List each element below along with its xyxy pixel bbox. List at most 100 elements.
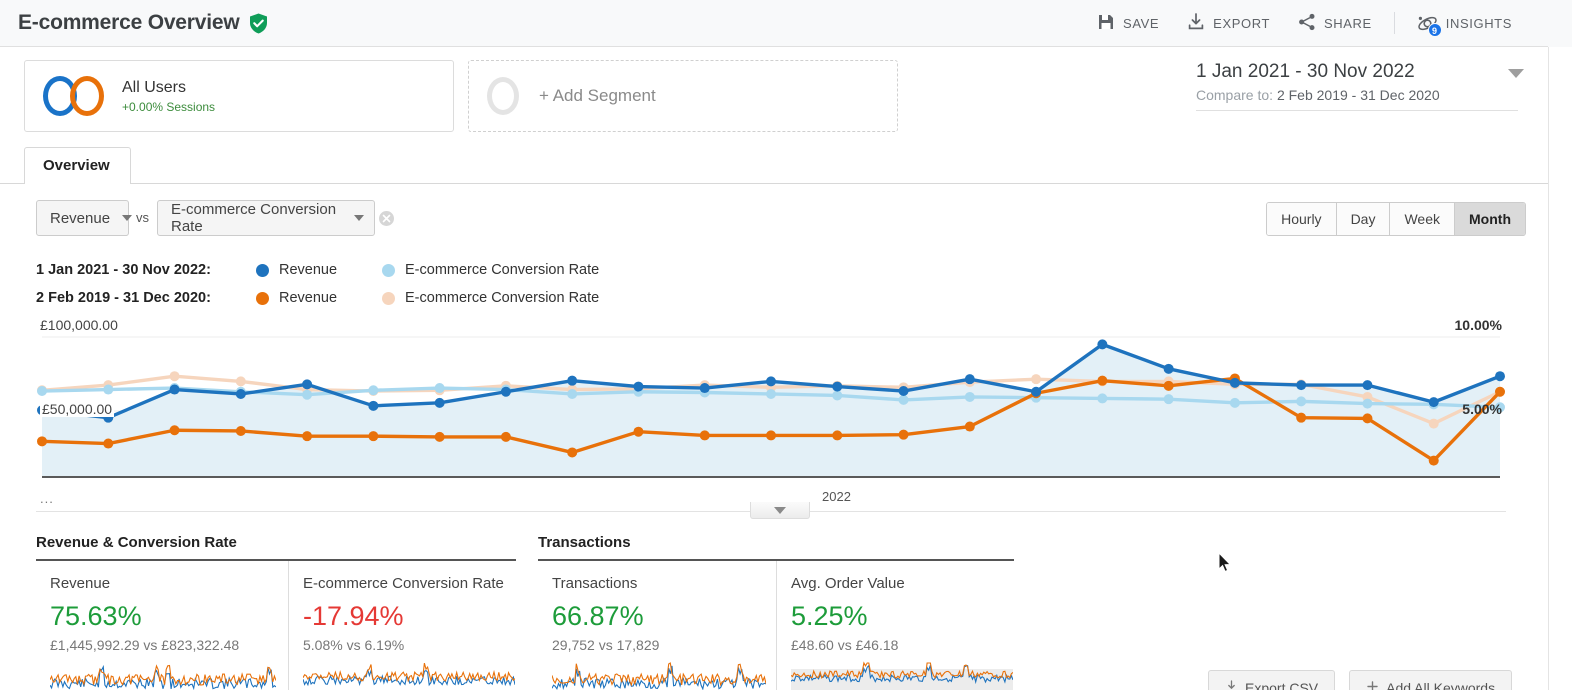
- page-header: E-commerce Overview SAVE EXPORT SHARE 9 …: [0, 0, 1548, 46]
- add-all-keywords-button[interactable]: Add All Keywords: [1349, 670, 1513, 690]
- insights-atom-icon: 9: [1417, 13, 1442, 37]
- ga-ecommerce-overview-page: E-commerce Overview SAVE EXPORT SHARE 9 …: [0, 0, 1572, 690]
- share-button[interactable]: SHARE: [1284, 7, 1386, 40]
- granularity-toggle-group: Hourly Day Week Month: [1266, 202, 1526, 236]
- export-csv-label: Export CSV: [1245, 680, 1319, 690]
- tab-bar: Overview: [0, 140, 1548, 184]
- vs-label: vs: [136, 210, 149, 225]
- legend-label: E-commerce Conversion Rate: [405, 262, 600, 278]
- legend-period-compare: 2 Feb 2019 - 31 Dec 2020:: [36, 290, 211, 306]
- right-rail-header: [1548, 0, 1572, 47]
- metric-1-dropdown[interactable]: Revenue: [36, 200, 133, 236]
- segment-name: All Users: [122, 79, 187, 96]
- granularity-week[interactable]: Week: [1390, 203, 1456, 235]
- x-tick-2022: 2022: [822, 489, 851, 504]
- metric-selector-row: Revenue vs E-commerce Conversion Rate Ho…: [0, 190, 1548, 242]
- metric-card-avg-order-value[interactable]: Avg. Order Value 5.25% £48.60 vs £46.18: [776, 561, 1014, 690]
- legend-dot-icon: [382, 291, 395, 305]
- metric-comparison: 5.08% vs 6.19%: [303, 637, 405, 653]
- metric-value: -17.94%: [303, 601, 404, 631]
- metric-comparison: £48.60 vs £46.18: [791, 637, 899, 653]
- panel-metrics: Transactions 66.87% 29,752 vs 17,829 Avg…: [538, 561, 1014, 690]
- bottom-action-buttons: Export CSV Add All Keywords: [1208, 670, 1513, 690]
- legend-dot-icon: [382, 263, 395, 277]
- date-range-compare: Compare to: 2 Feb 2019 - 31 Dec 2020: [1196, 85, 1518, 105]
- legend-label: Revenue: [279, 290, 338, 306]
- metric-name: E-commerce Conversion Rate: [303, 575, 504, 592]
- metric-comparison: 29,752 vs 17,829: [552, 637, 660, 653]
- metric-name: Revenue: [50, 575, 111, 592]
- legend-item-revenue-primary[interactable]: Revenue: [256, 262, 382, 278]
- plus-icon: [1366, 680, 1379, 690]
- y-axis-tick-top-left: £100,000.00: [40, 317, 118, 333]
- date-range-selector[interactable]: 1 Jan 2021 - 30 Nov 2022 Compare to: 2 F…: [1196, 59, 1518, 111]
- panel-title: Transactions: [538, 534, 1014, 561]
- save-disk-icon: [1097, 13, 1115, 34]
- panel-title: Revenue & Conversion Rate: [36, 534, 516, 561]
- segment-text: All Users +0.00% Sessions: [122, 78, 215, 114]
- compare-range-value: 2 Feb 2019 - 31 Dec 2020: [1276, 87, 1440, 103]
- remove-metric-2-button[interactable]: [379, 211, 394, 226]
- metric-value: 75.63%: [50, 601, 142, 631]
- chart-collapse-handle[interactable]: [750, 502, 810, 519]
- legend-period-primary: 1 Jan 2021 - 30 Nov 2022:: [36, 262, 211, 278]
- metric-name: Avg. Order Value: [791, 575, 905, 592]
- export-csv-icon: [1225, 680, 1238, 690]
- panel-metrics: Revenue 75.63% £1,445,992.29 vs £823,322…: [36, 561, 516, 690]
- add-segment-button[interactable]: + Add Segment: [468, 60, 898, 132]
- metric-card-revenue[interactable]: Revenue 75.63% £1,445,992.29 vs £823,322…: [36, 561, 288, 690]
- metric-card-conversion-rate[interactable]: E-commerce Conversion Rate -17.94% 5.08%…: [288, 561, 516, 690]
- x-tick-ellipsis: ...: [40, 491, 54, 506]
- insights-button[interactable]: 9 INSIGHTS: [1403, 7, 1526, 40]
- sparkline-avg-order-value: [790, 661, 1014, 690]
- legend-dot-icon: [256, 263, 269, 277]
- metric-card-transactions[interactable]: Transactions 66.87% 29,752 vs 17,829: [538, 561, 776, 690]
- metric-comparison: £1,445,992.29 vs £823,322.48: [50, 637, 240, 653]
- legend-label: Revenue: [279, 262, 338, 278]
- metric-name: Transactions: [552, 575, 638, 592]
- granularity-day[interactable]: Day: [1336, 203, 1391, 235]
- chevron-down-icon[interactable]: [1508, 69, 1524, 78]
- panel-transactions: Transactions Transactions 66.87% 29,752 …: [538, 534, 1014, 690]
- download-export-icon: [1187, 12, 1205, 34]
- mouse-cursor: [1218, 551, 1232, 578]
- share-label: SHARE: [1324, 15, 1372, 31]
- legend-row-compare: 2 Feb 2019 - 31 Dec 2020: Revenue E-comm…: [36, 284, 599, 312]
- export-button[interactable]: EXPORT: [1173, 7, 1284, 40]
- legend-item-conversion-compare[interactable]: E-commerce Conversion Rate: [382, 290, 599, 306]
- verified-shield-icon: [249, 13, 268, 34]
- sparkline-conversion-rate: [302, 661, 516, 690]
- tab-overview[interactable]: Overview: [24, 147, 131, 184]
- right-rail: [1548, 0, 1572, 690]
- share-nodes-icon: [1298, 13, 1316, 34]
- legend-row-primary: 1 Jan 2021 - 30 Nov 2022: Revenue E-comm…: [36, 256, 599, 284]
- legend-item-conversion-primary[interactable]: E-commerce Conversion Rate: [382, 262, 599, 278]
- add-all-keywords-label: Add All Keywords: [1386, 680, 1496, 690]
- legend-dot-icon: [256, 291, 269, 305]
- chart-legend: 1 Jan 2021 - 30 Nov 2022: Revenue E-comm…: [36, 256, 599, 312]
- metric-2-dropdown[interactable]: E-commerce Conversion Rate: [157, 200, 375, 236]
- export-csv-button[interactable]: Export CSV: [1208, 670, 1336, 690]
- y-axis-tick-mid-right: 5.00%: [1462, 401, 1502, 417]
- metric-1-label: Revenue: [50, 209, 111, 227]
- panel-revenue-conversion: Revenue & Conversion Rate Revenue 75.63%…: [36, 534, 516, 690]
- segment-all-users[interactable]: All Users +0.00% Sessions: [24, 60, 454, 132]
- save-button[interactable]: SAVE: [1083, 7, 1173, 40]
- chevron-down-icon: [122, 215, 133, 221]
- page-title: E-commerce Overview: [18, 11, 240, 34]
- add-segment-label: + Add Segment: [539, 86, 656, 105]
- close-icon: [382, 214, 391, 223]
- granularity-month[interactable]: Month: [1455, 203, 1525, 235]
- insights-label: INSIGHTS: [1445, 15, 1512, 31]
- export-label: EXPORT: [1213, 15, 1270, 31]
- metric-value: 5.25%: [791, 601, 868, 631]
- header-actions: SAVE EXPORT SHARE 9 INSIGHTS: [1083, 7, 1526, 40]
- segment-rings-icon: [43, 76, 104, 116]
- save-label: SAVE: [1123, 15, 1160, 31]
- compare-to-label: Compare to:: [1196, 87, 1277, 103]
- legend-item-revenue-compare[interactable]: Revenue: [256, 290, 382, 306]
- granularity-hourly[interactable]: Hourly: [1267, 203, 1337, 235]
- sparkline-transactions: [551, 661, 776, 690]
- chart-canvas: [37, 336, 1505, 478]
- main-timeline-chart[interactable]: £100,000.00 £50,000.00 10.00% 5.00%: [36, 315, 1506, 485]
